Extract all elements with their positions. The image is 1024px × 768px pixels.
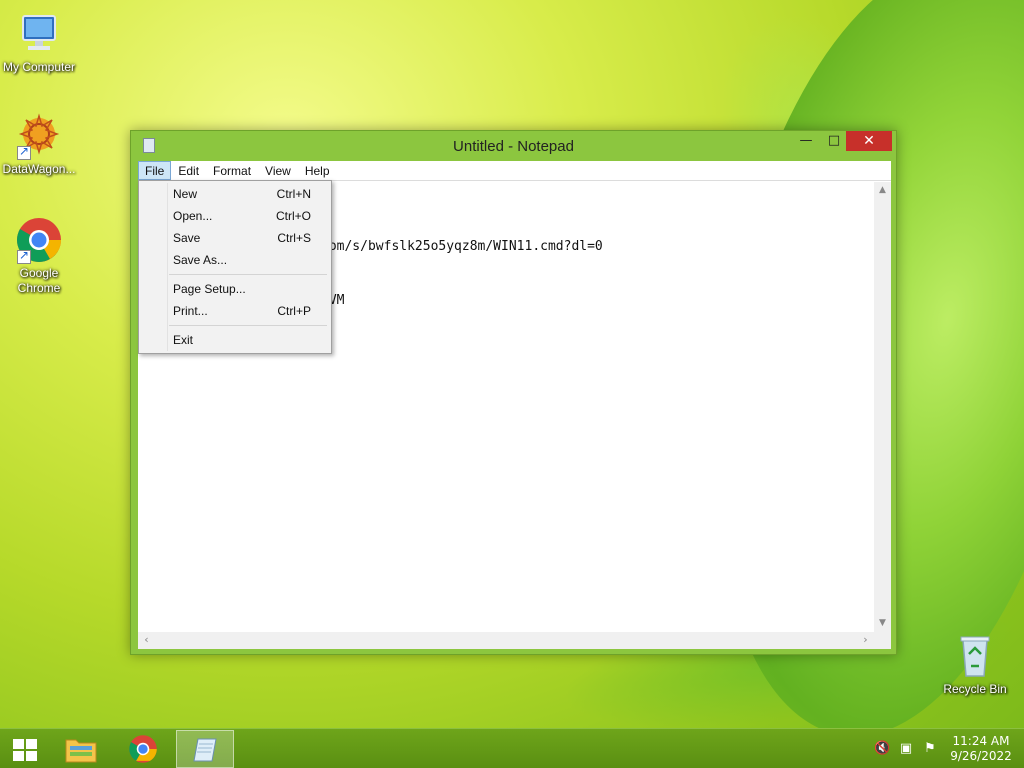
menu-item-print[interactable]: Print... Ctrl+P	[141, 300, 329, 322]
scroll-left-icon[interactable]: ‹	[138, 632, 155, 649]
scroll-up-icon[interactable]: ▲	[874, 182, 891, 199]
scroll-down-icon[interactable]: ▼	[874, 615, 891, 632]
recycle-bin-icon	[951, 632, 999, 680]
desktop-icon-google-chrome[interactable]: Google Chrome	[0, 216, 78, 296]
shortcut-arrow-icon	[17, 144, 31, 160]
close-button[interactable]: ✕	[846, 131, 892, 151]
chrome-icon	[129, 735, 157, 763]
menu-item-exit[interactable]: Exit	[141, 329, 329, 351]
menu-item-open[interactable]: Open... Ctrl+O	[141, 205, 329, 227]
menu-bar: File Edit Format View Help	[138, 161, 891, 181]
menu-item-page-setup[interactable]: Page Setup...	[141, 278, 329, 300]
menu-format[interactable]: Format	[206, 161, 258, 180]
vertical-scrollbar[interactable]: ▲ ▼	[874, 182, 891, 632]
minimize-button[interactable]: —	[795, 131, 817, 151]
title-bar[interactable]: Untitled - Notepad — □ ✕	[131, 131, 896, 161]
computer-icon	[15, 10, 63, 58]
menu-separator	[169, 274, 327, 275]
clock[interactable]: 11:24 AM 9/26/2022	[946, 734, 1016, 764]
desktop-icon-label: DataWagon...	[2, 162, 76, 176]
taskbar-google-chrome[interactable]	[114, 730, 172, 768]
desktop-icon-recycle-bin[interactable]: Recycle Bin	[936, 632, 1014, 697]
action-center-icon[interactable]: ⚑	[922, 741, 938, 757]
menu-view[interactable]: View	[258, 161, 298, 180]
menu-item-save[interactable]: Save Ctrl+S	[141, 227, 329, 249]
clock-date: 9/26/2022	[950, 749, 1012, 763]
clock-time: 11:24 AM	[952, 734, 1010, 748]
taskbar-notepad[interactable]	[176, 730, 234, 768]
desktop-icon-label: Google Chrome	[17, 266, 61, 295]
datawagon-icon	[15, 112, 63, 160]
desktop-icon-label: Recycle Bin	[943, 682, 1007, 696]
desktop-icon-my-computer[interactable]: My Computer	[0, 10, 78, 75]
menu-item-new[interactable]: New Ctrl+N	[141, 183, 329, 205]
resize-grip[interactable]	[874, 632, 891, 649]
taskbar-file-explorer[interactable]	[52, 730, 110, 768]
menu-separator	[169, 325, 327, 326]
chrome-icon	[15, 216, 63, 264]
taskbar: 🔇 ▣ ⚑ 11:24 AM 9/26/2022	[0, 728, 1024, 768]
window-title: Untitled - Notepad	[453, 138, 574, 155]
network-icon[interactable]: ▣	[898, 741, 914, 757]
menu-file[interactable]: File	[138, 161, 172, 180]
start-button[interactable]	[2, 730, 46, 768]
desktop-icon-label: My Computer	[2, 60, 76, 74]
volume-muted-icon[interactable]: 🔇	[874, 741, 890, 757]
maximize-button[interactable]: □	[823, 131, 845, 151]
notepad-icon	[193, 738, 217, 762]
shortcut-arrow-icon	[17, 248, 31, 264]
menu-edit[interactable]: Edit	[171, 161, 206, 180]
menu-item-save-as[interactable]: Save As...	[141, 249, 329, 271]
windows-logo-icon	[13, 739, 37, 761]
desktop-icon-datawagon[interactable]: DataWagon...	[0, 112, 78, 177]
menu-help[interactable]: Help	[298, 161, 337, 180]
file-menu-dropdown: New Ctrl+N Open... Ctrl+O Save Ctrl+S Sa…	[138, 180, 332, 354]
scroll-right-icon[interactable]: ›	[857, 632, 874, 649]
horizontal-scrollbar[interactable]: ‹ ›	[138, 632, 874, 649]
folder-icon	[65, 739, 97, 763]
